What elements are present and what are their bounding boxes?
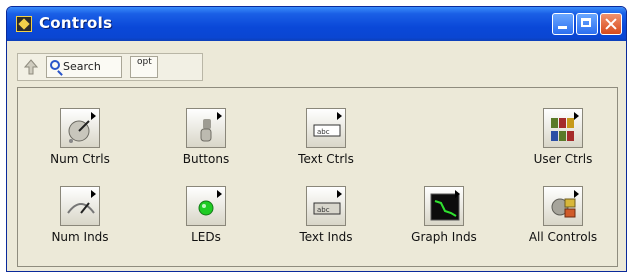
leds-icon: [186, 186, 226, 226]
palette-item-label: Text Ctrls: [298, 152, 354, 166]
minimize-button[interactable]: [552, 13, 574, 35]
palette-item-buttons[interactable]: Buttons: [166, 108, 246, 188]
palette-item-label: Buttons: [182, 152, 230, 166]
palette-item-label: User Ctrls: [533, 152, 593, 166]
title-bar[interactable]: Controls: [7, 7, 626, 41]
palette-item-leds[interactable]: LEDs: [166, 186, 246, 266]
search-button[interactable]: Search: [46, 56, 122, 78]
buttons-icon: [186, 108, 226, 148]
palette-item-label: All Controls: [528, 230, 598, 244]
palette-item-all-controls[interactable]: All Controls: [523, 186, 603, 266]
palette-toolbar: Search opt: [17, 53, 203, 81]
all-controls-icon: [543, 186, 583, 226]
up-arrow-button[interactable]: [20, 56, 42, 78]
svg-text:abc: abc: [317, 128, 330, 136]
palette-item-label: Num Inds: [51, 230, 109, 244]
controls-window: Controls Search opt Num Ctrls Buttons ab…: [6, 6, 627, 272]
palette-item-num-inds[interactable]: Num Inds: [40, 186, 120, 266]
text-ctrls-icon: abc: [306, 108, 346, 148]
up-arrow-icon: [24, 59, 38, 75]
text-inds-icon: abc: [306, 186, 346, 226]
palette-item-text-inds[interactable]: abc Text Inds: [286, 186, 366, 266]
maximize-button[interactable]: [576, 13, 598, 35]
palette-item-graph-inds[interactable]: Graph Inds: [404, 186, 484, 266]
window-title: Controls: [39, 14, 113, 32]
palette-item-label: Num Ctrls: [50, 152, 110, 166]
user-ctrls-icon: [543, 108, 583, 148]
num-ctrls-icon: [60, 108, 100, 148]
options-button[interactable]: opt: [130, 56, 158, 78]
num-inds-icon: [60, 186, 100, 226]
search-button-label: Search: [63, 60, 101, 73]
graph-inds-icon: [424, 186, 464, 226]
svg-text:abc: abc: [317, 206, 330, 214]
options-icon: opt: [137, 57, 152, 67]
palette-item-user-ctrls[interactable]: User Ctrls: [523, 108, 603, 188]
search-icon: [50, 60, 60, 70]
palette-item-text-ctrls[interactable]: abc Text Ctrls: [286, 108, 366, 188]
palette-item-label: LEDs: [191, 230, 221, 244]
controls-palette: Num Ctrls Buttons abc Text Ctrls User Ct…: [17, 87, 618, 267]
palette-item-label: Text Inds: [299, 230, 353, 244]
close-button[interactable]: [600, 13, 622, 35]
labview-app-icon: [16, 16, 32, 32]
palette-item-label: Graph Inds: [411, 230, 477, 244]
palette-item-num-ctrls[interactable]: Num Ctrls: [40, 108, 120, 188]
